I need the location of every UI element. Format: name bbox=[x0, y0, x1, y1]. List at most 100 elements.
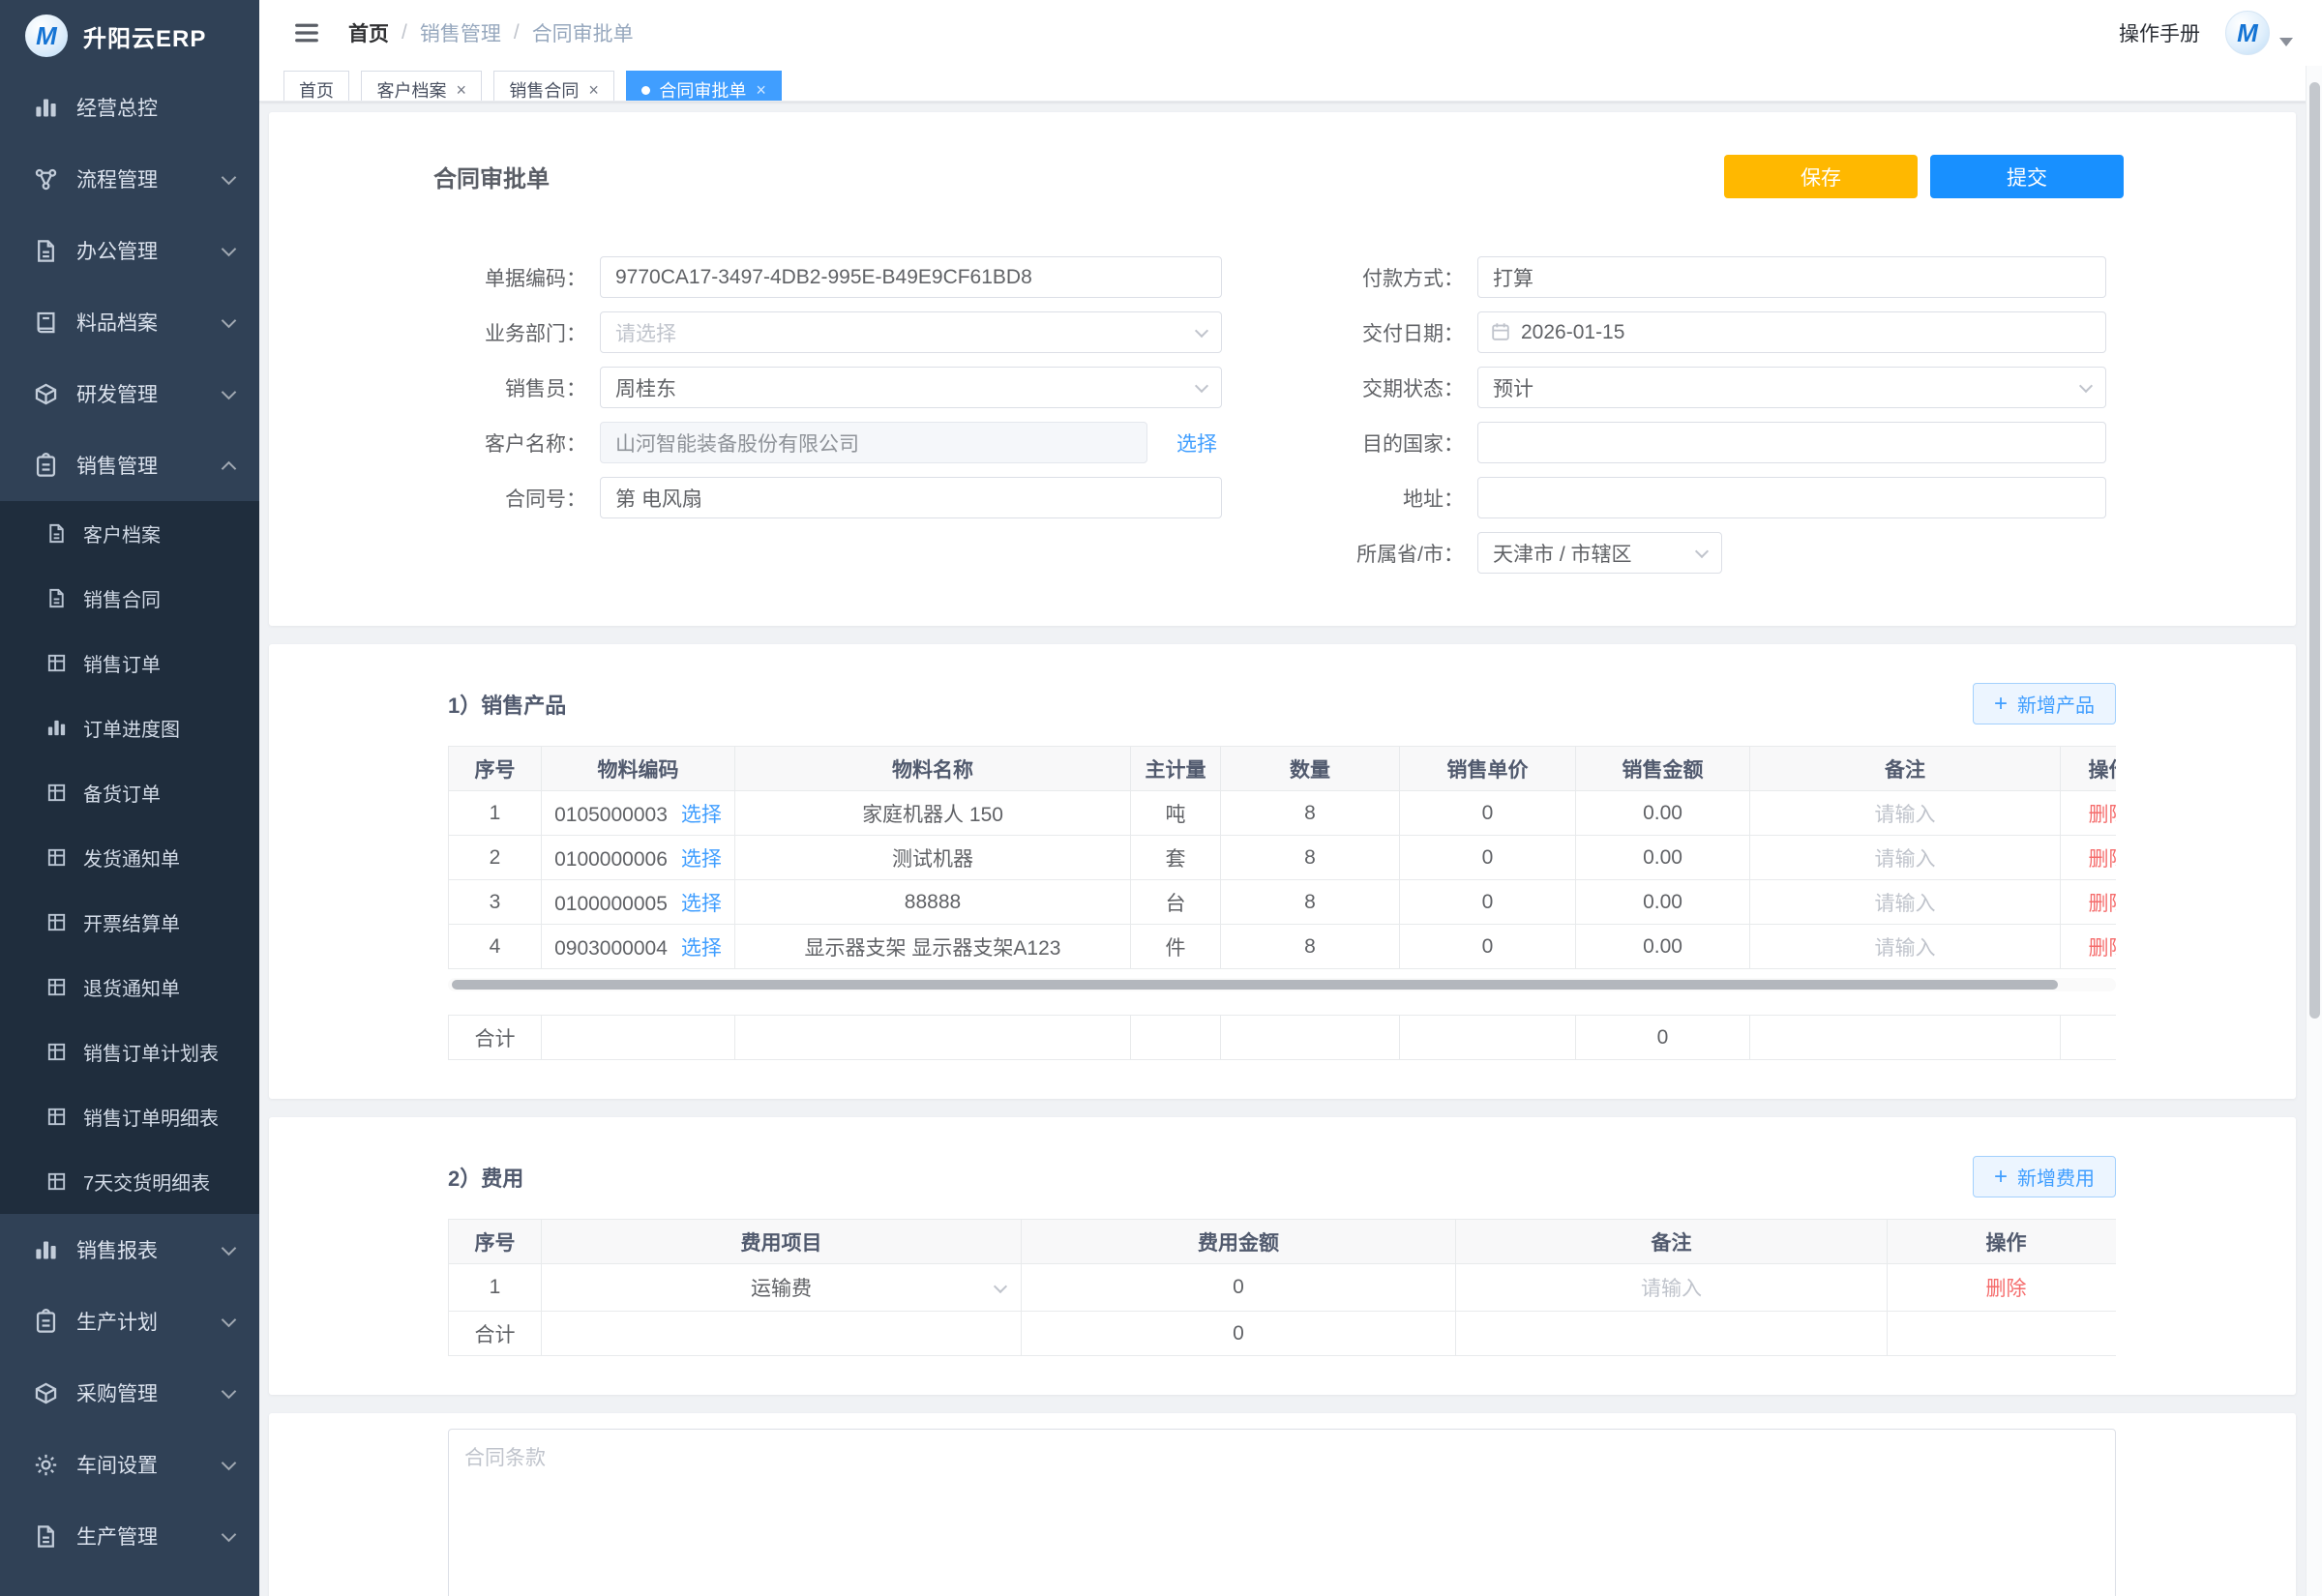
delete-row-link[interactable]: 删除 bbox=[2089, 937, 2117, 960]
sidebar-item-process-mgmt[interactable]: 流程管理 bbox=[0, 143, 259, 215]
cell-price[interactable]: 0 bbox=[1400, 925, 1576, 969]
cell-note-input[interactable]: 请输入 bbox=[1750, 880, 2061, 925]
add-fee-button[interactable]: + 新增费用 bbox=[1973, 1156, 2116, 1197]
delete-row-link[interactable]: 删除 bbox=[1986, 1278, 2027, 1300]
sidebar-item-sales-report[interactable]: 销售报表 bbox=[0, 1214, 259, 1286]
salesperson-select[interactable]: 周桂东 bbox=[600, 367, 1222, 408]
sidebar-item-purchase-mgmt[interactable]: 采购管理 bbox=[0, 1357, 259, 1429]
cell-fee-amount[interactable]: 0 bbox=[1022, 1264, 1456, 1312]
table-row: 4 0903000004选择 显示器支架 显示器支架A123 件 8 0 0.0… bbox=[449, 925, 2117, 969]
cell-note-input[interactable]: 请输入 bbox=[1750, 836, 2061, 880]
province-select[interactable]: 天津市 / 市辖区 bbox=[1477, 532, 1722, 574]
fee-item-select[interactable]: 运输费 bbox=[542, 1264, 1021, 1311]
customer-select-link[interactable]: 选择 bbox=[1176, 429, 1217, 458]
table-row: 2 0100000006选择 测试机器 套 8 0 0.00 请输入 删除 bbox=[449, 836, 2117, 880]
col-header-qty: 数量 bbox=[1221, 747, 1400, 791]
sidebar-item-workshop-settings[interactable]: 车间设置 bbox=[0, 1429, 259, 1500]
delete-row-link[interactable]: 删除 bbox=[2089, 848, 2117, 871]
sidebar-item-label: 7天交货明细表 bbox=[83, 1167, 210, 1196]
sidebar-item-customer-archive[interactable]: 客户档案 bbox=[0, 501, 259, 566]
sidebar-item-label: 生产计划 bbox=[76, 1307, 158, 1336]
vertical-scrollbar-thumb[interactable] bbox=[2309, 82, 2320, 1019]
sidebar-item-business-overview[interactable]: 经营总控 bbox=[0, 72, 259, 143]
cell-amount: 0.00 bbox=[1576, 791, 1750, 836]
box-icon bbox=[33, 1380, 59, 1406]
sidebar-item-shipping-notice[interactable]: 发货通知单 bbox=[0, 825, 259, 890]
delivery-date-field[interactable] bbox=[1477, 311, 2106, 353]
select-material-link[interactable]: 选择 bbox=[681, 937, 722, 960]
sidebar-item-order-detail-table[interactable]: 销售订单明细表 bbox=[0, 1084, 259, 1149]
delivery-date-picker[interactable] bbox=[1477, 311, 2106, 353]
dest-country-field[interactable] bbox=[1477, 422, 2106, 463]
sidebar-item-stock-order[interactable]: 备货订单 bbox=[0, 760, 259, 825]
department-select[interactable]: 请选择 bbox=[600, 311, 1222, 353]
cell-qty[interactable]: 8 bbox=[1221, 836, 1400, 880]
delete-row-link[interactable]: 删除 bbox=[2089, 893, 2117, 915]
cell-qty[interactable]: 8 bbox=[1221, 791, 1400, 836]
col-header-amount: 销售金额 bbox=[1576, 747, 1750, 791]
avatar[interactable]: M bbox=[2225, 11, 2270, 55]
caret-down-icon[interactable] bbox=[2279, 38, 2293, 46]
cell-price[interactable]: 0 bbox=[1400, 836, 1576, 880]
select-material-link[interactable]: 选择 bbox=[681, 848, 722, 871]
sales-submenu: 客户档案 销售合同 销售订单 订单进度图 备货订单 发货通知单 bbox=[0, 501, 259, 1214]
payment-field[interactable] bbox=[1477, 256, 2106, 298]
sidebar-item-production-mgmt[interactable]: 生产管理 bbox=[0, 1500, 259, 1572]
sidebar-item-production-plan[interactable]: 生产计划 bbox=[0, 1286, 259, 1357]
select-material-link[interactable]: 选择 bbox=[681, 893, 722, 915]
material-code: 0100000006 bbox=[554, 848, 668, 871]
cell-fee-item: 运输费 bbox=[542, 1264, 1022, 1312]
close-icon[interactable]: × bbox=[588, 81, 599, 99]
cell-qty[interactable]: 8 bbox=[1221, 925, 1400, 969]
horizontal-scrollbar-thumb[interactable] bbox=[452, 980, 2058, 990]
cell-code: 0105000003选择 bbox=[542, 791, 735, 836]
delivery-status-select[interactable]: 预计 bbox=[1477, 367, 2106, 408]
sidebar-item-rd-mgmt[interactable]: 研发管理 bbox=[0, 358, 259, 429]
address-field[interactable] bbox=[1477, 477, 2106, 518]
sidebar-item-label: 退货通知单 bbox=[83, 973, 180, 1001]
contract-no-field[interactable] bbox=[600, 477, 1222, 518]
submit-button[interactable]: 提交 bbox=[1930, 155, 2124, 198]
breadcrumb-sales-mgmt[interactable]: 销售管理 bbox=[420, 18, 501, 47]
close-icon[interactable]: × bbox=[456, 81, 466, 99]
sidebar-item-7day-delivery-table[interactable]: 7天交货明细表 bbox=[0, 1149, 259, 1214]
app-title: 升阳云ERP bbox=[83, 19, 206, 53]
breadcrumb-home[interactable]: 首页 bbox=[348, 18, 389, 47]
manual-link[interactable]: 操作手册 bbox=[2119, 18, 2200, 47]
sidebar-item-order-progress[interactable]: 订单进度图 bbox=[0, 695, 259, 760]
cell-qty[interactable]: 8 bbox=[1221, 880, 1400, 925]
sidebar-item-partial[interactable] bbox=[0, 1572, 259, 1596]
cell-action: 删除 bbox=[2061, 836, 2117, 880]
hamburger-icon[interactable] bbox=[292, 18, 321, 47]
close-icon[interactable]: × bbox=[756, 81, 766, 99]
save-button[interactable]: 保存 bbox=[1724, 155, 1918, 198]
select-material-link[interactable]: 选择 bbox=[681, 804, 722, 826]
cell-note-input[interactable]: 请输入 bbox=[1750, 925, 2061, 969]
delivery-status-label: 交期状态： bbox=[1319, 373, 1477, 402]
breadcrumb-current: 合同审批单 bbox=[532, 18, 634, 47]
customer-field bbox=[600, 422, 1147, 463]
sidebar-item-invoice-settlement[interactable]: 开票结算单 bbox=[0, 890, 259, 955]
sidebar-item-return-notice[interactable]: 退货通知单 bbox=[0, 955, 259, 1020]
cell-note-input[interactable]: 请输入 bbox=[1456, 1264, 1888, 1312]
tab-contract-approval[interactable]: 合同审批单 × bbox=[626, 71, 782, 102]
tab-sales-contract[interactable]: 销售合同 × bbox=[493, 71, 614, 102]
grid-icon bbox=[45, 976, 68, 998]
cell-price[interactable]: 0 bbox=[1400, 791, 1576, 836]
sidebar-item-office-mgmt[interactable]: 办公管理 bbox=[0, 215, 259, 286]
add-product-button[interactable]: + 新增产品 bbox=[1973, 683, 2116, 724]
cell-note-input[interactable]: 请输入 bbox=[1750, 791, 2061, 836]
cell-amount: 0.00 bbox=[1576, 925, 1750, 969]
cell-price[interactable]: 0 bbox=[1400, 880, 1576, 925]
sidebar-item-material-archive[interactable]: 料品档案 bbox=[0, 286, 259, 358]
tab-home[interactable]: 首页 bbox=[283, 71, 349, 102]
sidebar-item-sales-mgmt[interactable]: 销售管理 bbox=[0, 429, 259, 501]
sidebar-item-order-plan-table[interactable]: 销售订单计划表 bbox=[0, 1020, 259, 1084]
contract-terms-textarea[interactable]: 合同条款 bbox=[448, 1429, 2116, 1596]
payment-label: 付款方式： bbox=[1319, 263, 1477, 292]
sidebar-item-sales-contract[interactable]: 销售合同 bbox=[0, 566, 259, 631]
doc-code-field[interactable] bbox=[600, 256, 1222, 298]
delete-row-link[interactable]: 删除 bbox=[2089, 804, 2117, 826]
tab-customer-archive[interactable]: 客户档案 × bbox=[361, 71, 482, 102]
sidebar-item-sales-order[interactable]: 销售订单 bbox=[0, 631, 259, 695]
